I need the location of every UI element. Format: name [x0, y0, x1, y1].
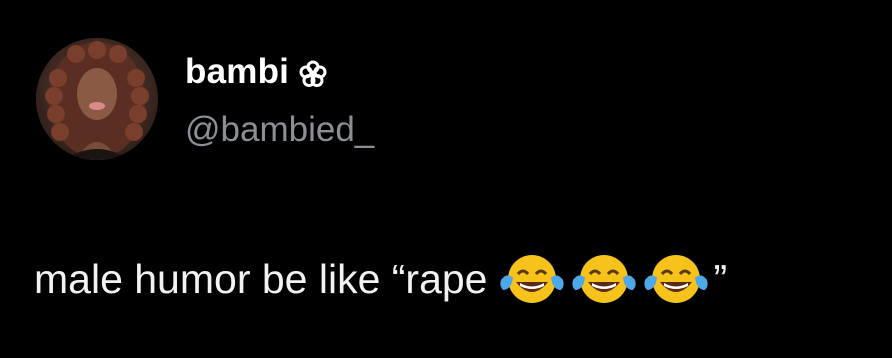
tweet-card: bambi @bambied_ male humor be like “rape — [0, 0, 892, 358]
face-with-tears-of-joy-icon — [572, 255, 637, 303]
avatar[interactable] — [36, 38, 158, 160]
user-handle[interactable]: @bambied_ — [185, 110, 374, 150]
author-row: bambi — [185, 52, 327, 92]
avatar-image — [36, 38, 158, 160]
face-with-tears-of-joy-icon — [644, 255, 709, 303]
emoji-group — [499, 250, 709, 308]
tweet-text: male humor be like “rape ” — [34, 250, 727, 308]
display-name[interactable]: bambi — [185, 52, 289, 92]
tweet-text-main: male humor be like “rape — [34, 256, 488, 302]
tweet-text-closing-quote: ” — [713, 256, 728, 302]
face-with-tears-of-joy-icon — [500, 255, 565, 303]
flower-icon — [299, 60, 327, 87]
